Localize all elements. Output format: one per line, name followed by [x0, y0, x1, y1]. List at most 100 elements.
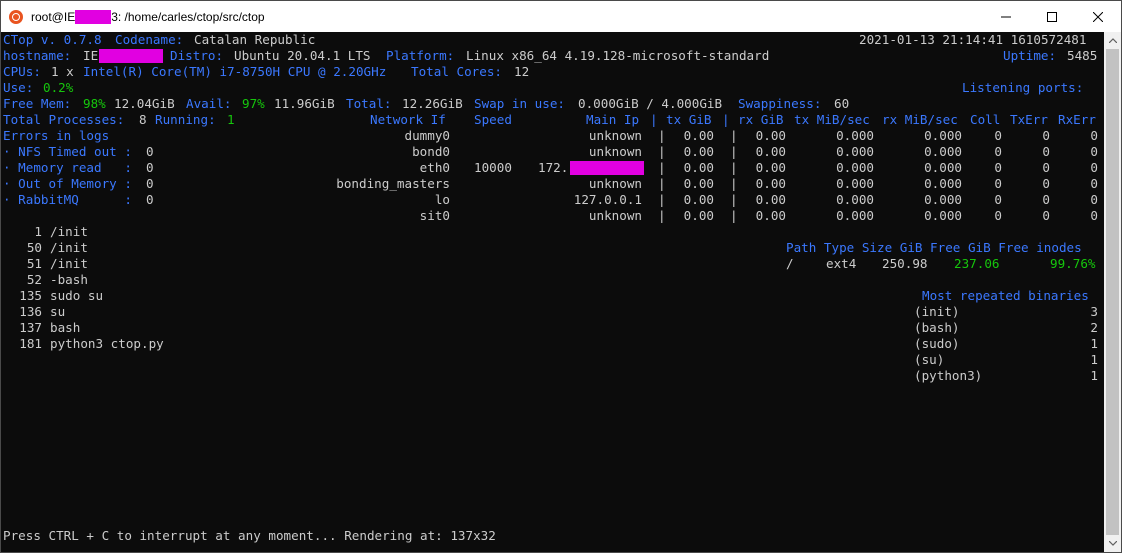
net-header-rxerr: RxErr	[1058, 112, 1096, 127]
chevron-up-icon	[1108, 38, 1117, 43]
free-mem-value: 12.04GiB	[114, 96, 175, 111]
column-separator: |	[658, 208, 666, 223]
error-value: 0	[146, 144, 154, 159]
process-pid: 51	[26, 256, 42, 271]
error-value: 0	[146, 176, 154, 191]
net-tx: 0.00	[683, 144, 714, 159]
maximize-icon	[1047, 11, 1057, 22]
redacted-block	[99, 49, 163, 63]
uptime-label: Uptime:	[1003, 48, 1057, 63]
net-coll: 0	[994, 160, 1002, 175]
net-iface: eth0	[419, 160, 450, 175]
total-mem-value: 12.26GiB	[402, 96, 463, 111]
maximize-button[interactable]	[1029, 1, 1075, 32]
net-txs: 0.000	[836, 192, 874, 207]
net-iface: lo	[434, 192, 450, 207]
footer-message: Press CTRL + C to interrupt at any momen…	[3, 528, 496, 543]
terminal-content[interactable]: CTop v. 0.7.8 Codename: Catalan Republic…	[3, 32, 1103, 552]
net-ip: unknown	[588, 128, 642, 143]
disk-header: Path Type Size GiB Free GiB Free inodes	[786, 240, 1082, 255]
process-command: -bash	[50, 272, 88, 287]
vertical-scrollbar[interactable]	[1104, 32, 1121, 552]
net-tx: 0.00	[683, 176, 714, 191]
column-separator: |	[730, 160, 738, 175]
binary-count: 2	[1090, 320, 1098, 335]
net-rxerr: 0	[1090, 176, 1098, 191]
process-pid: 181	[19, 336, 42, 351]
free-mem-pct: 98%	[83, 96, 106, 111]
process-pid: 136	[19, 304, 42, 319]
column-separator: |	[730, 192, 738, 207]
net-txerr: 0	[1042, 208, 1050, 223]
process-command: sudo su	[50, 288, 104, 303]
minimize-button[interactable]	[983, 1, 1029, 32]
net-rxs: 0.000	[924, 128, 962, 143]
binary-name: (init)	[914, 304, 960, 319]
distro-value: Ubuntu 20.04.1 LTS	[234, 48, 371, 63]
cpus-value: 1 x	[51, 64, 74, 79]
process-command: python3 ctop.py	[50, 336, 164, 351]
net-iface: sit0	[419, 208, 450, 223]
total-processes-value: 8	[139, 112, 147, 127]
chevron-down-icon	[1108, 541, 1117, 546]
scroll-down-button[interactable]	[1104, 535, 1121, 552]
process-command: /init	[50, 240, 88, 255]
minimize-icon	[1001, 16, 1011, 17]
net-rx: 0.00	[755, 128, 786, 143]
swappiness-value: 60	[834, 96, 850, 111]
disk-free: 237.06	[954, 256, 1000, 271]
total-mem-label: Total:	[346, 96, 392, 111]
net-header-coll: Coll	[970, 112, 1001, 127]
net-txs: 0.000	[836, 208, 874, 223]
error-label: · Memory read :	[3, 160, 132, 175]
hostname-label: hostname:	[3, 48, 72, 63]
use-label: Use:	[3, 80, 34, 95]
net-txs: 0.000	[836, 176, 874, 191]
process-command: su	[50, 304, 66, 319]
process-command: bash	[50, 320, 81, 335]
column-separator: |	[658, 192, 666, 207]
total-cores-label: Total Cores:	[411, 64, 502, 79]
column-separator: |	[658, 176, 666, 191]
net-ip: unknown	[588, 208, 642, 223]
net-rxerr: 0	[1090, 144, 1098, 159]
free-mem-label: Free Mem:	[3, 96, 72, 111]
column-separator: |	[730, 176, 738, 191]
net-rxs: 0.000	[924, 160, 962, 175]
window-controls	[983, 1, 1121, 32]
net-header-tx: tx GiB	[666, 112, 712, 127]
scroll-up-button[interactable]	[1104, 32, 1121, 49]
net-iface: bonding_masters	[336, 176, 450, 191]
net-rxerr: 0	[1090, 128, 1098, 143]
terminal-window: root@IE 3: /home/carles/ctop/src/ctop CT…	[0, 0, 1122, 553]
error-label: · NFS Timed out :	[3, 144, 132, 159]
redacted-block	[75, 9, 112, 24]
title-bar[interactable]: root@IE 3: /home/carles/ctop/src/ctop	[1, 1, 1121, 32]
net-ip: unknown	[588, 144, 642, 159]
disk-size: 250.98	[882, 256, 928, 271]
net-txs: 0.000	[836, 144, 874, 159]
error-label: · RabbitMQ :	[3, 192, 132, 207]
error-label: · Out of Memory :	[3, 176, 132, 191]
binary-name: (sudo)	[914, 336, 960, 351]
net-ip: 127.0.0.1	[573, 192, 642, 207]
net-tx: 0.00	[683, 208, 714, 223]
close-button[interactable]	[1075, 1, 1121, 32]
platform-label: Platform:	[386, 48, 455, 63]
process-pid: 1	[34, 224, 42, 239]
total-cores-value: 12	[514, 64, 530, 79]
column-separator: |	[730, 208, 738, 223]
net-rx: 0.00	[755, 160, 786, 175]
platform-value: Linux x86_64 4.19.128-microsoft-standard	[466, 48, 770, 63]
net-coll: 0	[994, 192, 1002, 207]
net-coll: 0	[994, 176, 1002, 191]
close-icon	[1093, 11, 1103, 22]
scroll-thumb[interactable]	[1106, 49, 1119, 535]
binary-name: (bash)	[914, 320, 960, 335]
net-txerr: 0	[1042, 192, 1050, 207]
net-rxs: 0.000	[924, 192, 962, 207]
net-rxerr: 0	[1090, 160, 1098, 175]
hostname-value: IE	[83, 48, 99, 63]
ubuntu-icon[interactable]	[9, 9, 23, 24]
net-header-rx: rx GiB	[738, 112, 784, 127]
